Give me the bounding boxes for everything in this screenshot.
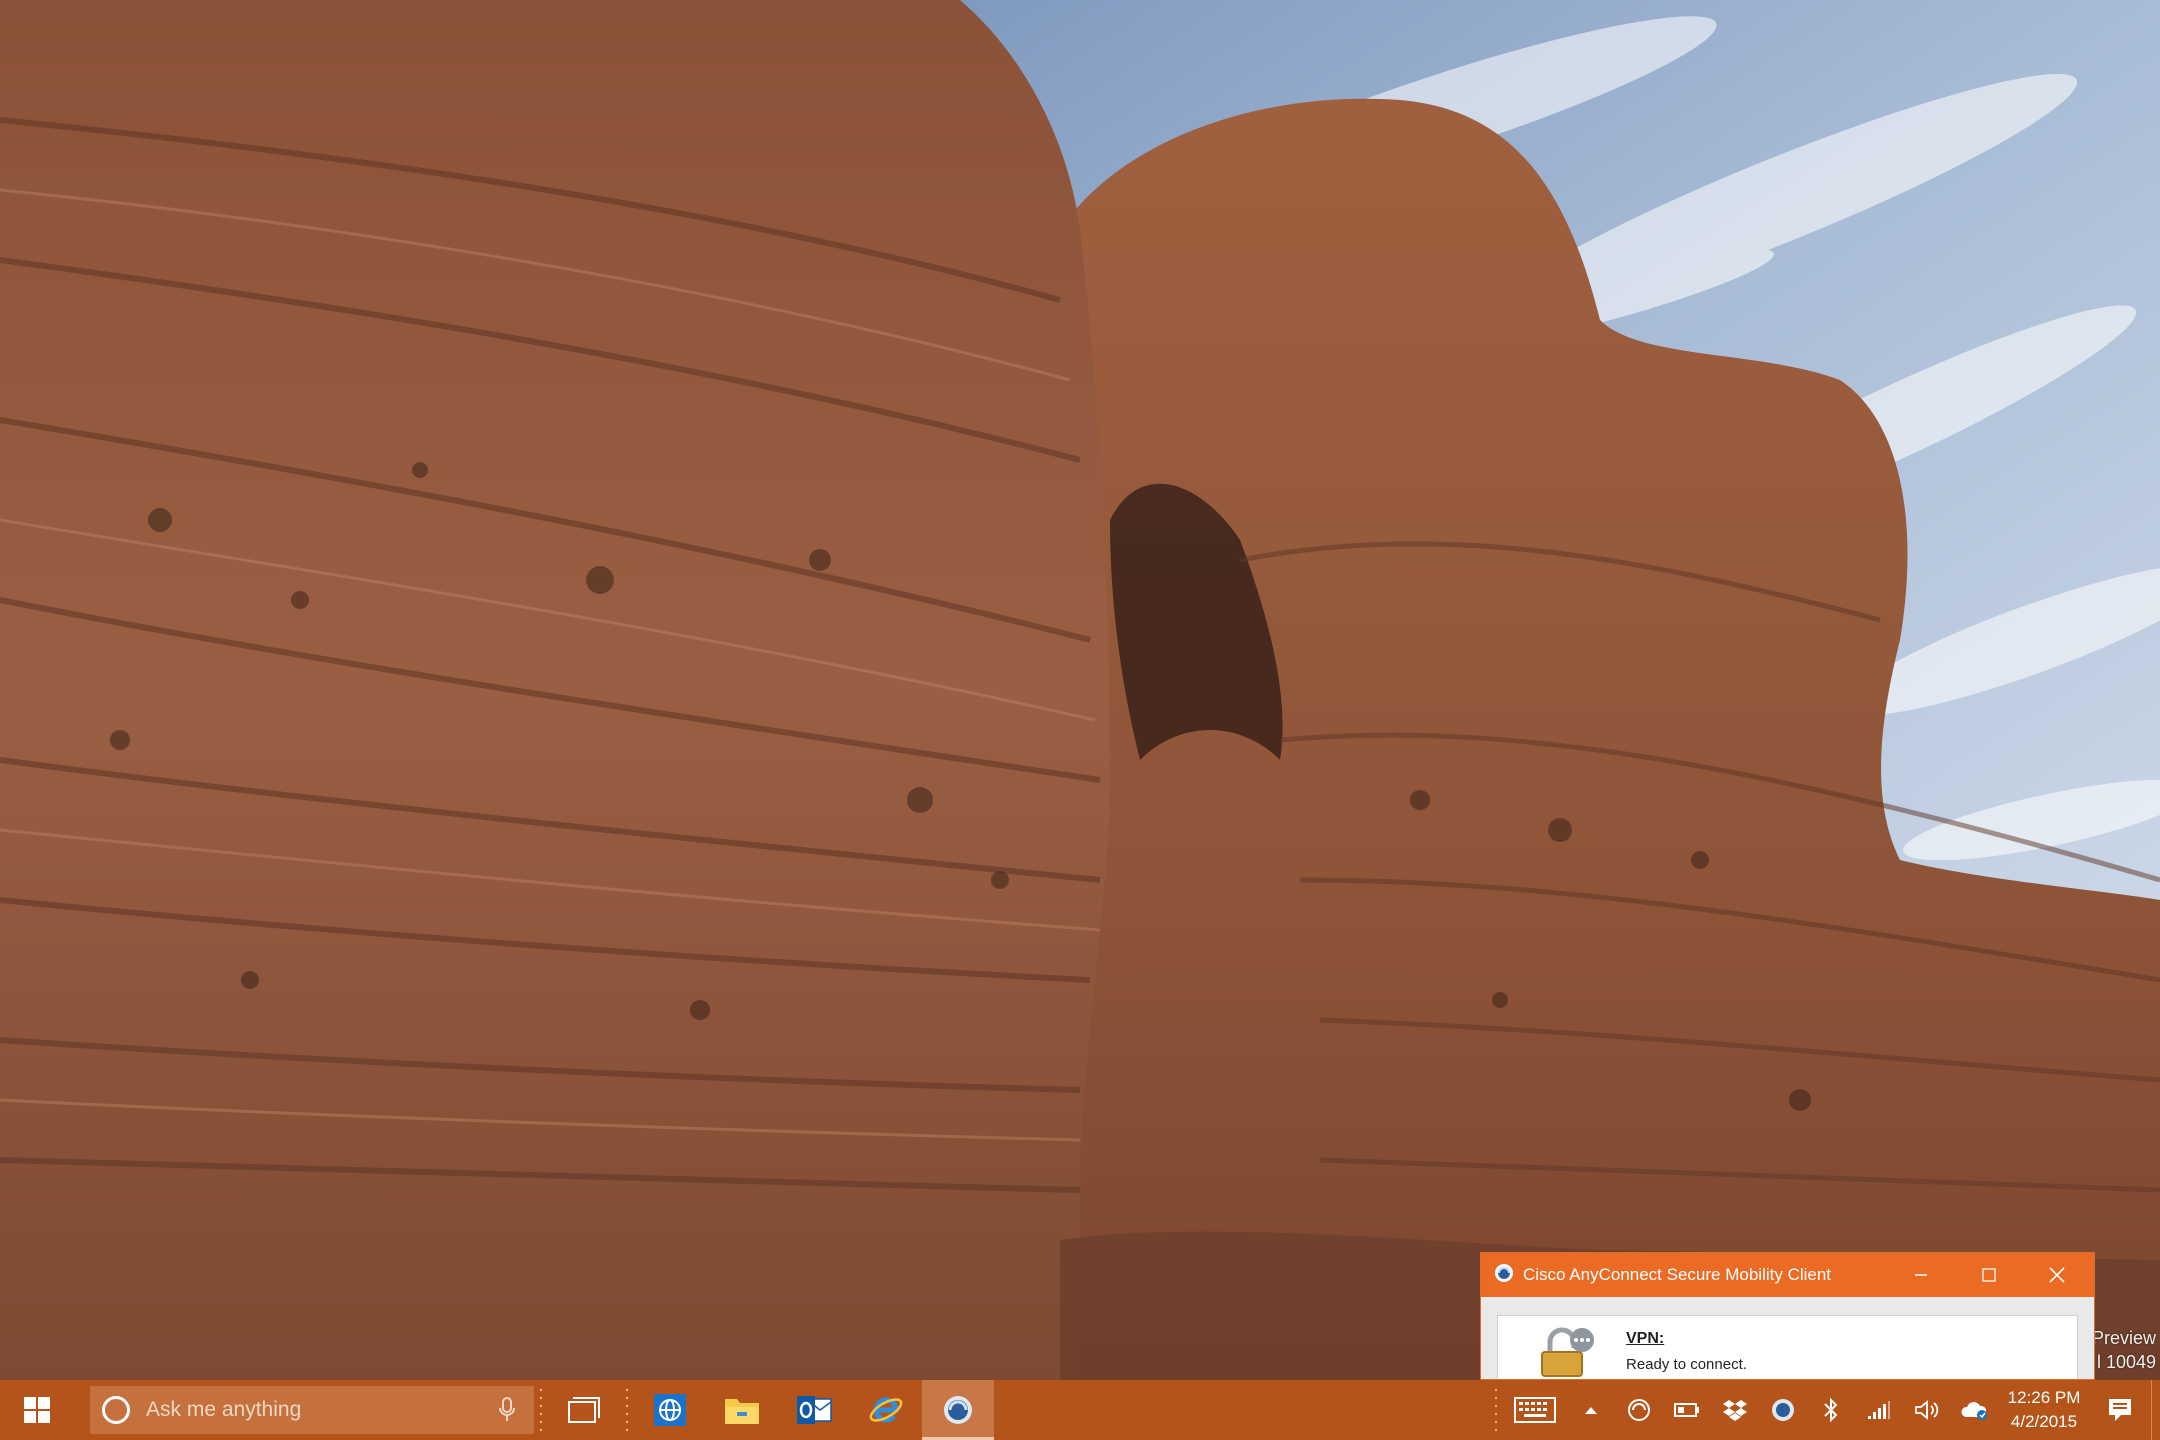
outlook-icon (797, 1396, 832, 1424)
tray-onedrive[interactable] (1951, 1380, 1999, 1440)
touch-keyboard-button[interactable] (1503, 1380, 1567, 1440)
minimize-icon (1915, 1274, 1927, 1276)
vpn-lock-icon (1536, 1326, 1600, 1379)
tray-network[interactable] (1855, 1380, 1903, 1440)
desktop-watermark: Preview l 10049 (2092, 1326, 2156, 1374)
minimize-button[interactable] (1888, 1253, 1954, 1297)
vpn-status-text: Ready to connect. (1626, 1356, 1747, 1373)
maximize-button[interactable] (1956, 1253, 2022, 1297)
close-button[interactable] (2024, 1253, 2090, 1297)
clock-time: 12:26 PM (2007, 1388, 2081, 1407)
tray-anyconnect-status[interactable] (1759, 1380, 1807, 1440)
anyconnect-icon (1493, 1262, 1515, 1289)
ie-icon (869, 1397, 903, 1423)
maximize-icon (1982, 1268, 1996, 1282)
taskbar-app-globe[interactable] (634, 1380, 706, 1440)
touch-keyboard-icon (1514, 1397, 1556, 1423)
dropbox-icon (1723, 1400, 1747, 1421)
anyconnect-title: Cisco AnyConnect Secure Mobility Client (1523, 1265, 1832, 1284)
close-icon (2049, 1267, 2065, 1283)
anyconnect-tray-icon (1628, 1399, 1650, 1421)
tray-dropbox[interactable] (1711, 1380, 1759, 1440)
clock-date: 4/2/2015 (2010, 1412, 2078, 1431)
taskbar-app-file-explorer[interactable] (706, 1380, 778, 1440)
onedrive-icon (1961, 1402, 1987, 1420)
taskbar-clock[interactable]: 12:26 PM 4/2/2015 (1999, 1386, 2089, 1434)
show-desktop-button[interactable] (2151, 1380, 2160, 1440)
cortana-search-box[interactable] (90, 1386, 534, 1434)
cortana-icon (102, 1396, 130, 1424)
search-input[interactable] (144, 1397, 478, 1423)
task-view-button[interactable] (548, 1380, 620, 1440)
vpn-label: VPN: (1626, 1330, 1665, 1347)
volume-icon (1915, 1400, 1939, 1420)
battery-icon (1674, 1403, 1699, 1417)
tray-bluetooth[interactable] (1807, 1380, 1855, 1440)
windows-logo-icon (24, 1397, 50, 1423)
taskbar-app-internet-explorer[interactable] (850, 1380, 922, 1440)
action-center-icon (2109, 1399, 2131, 1421)
anyconnect-window: Cisco AnyConnect Secure Mobility Client … (1480, 1252, 2095, 1380)
microphone-icon[interactable] (498, 1396, 516, 1429)
taskbar-separator (1493, 1386, 1499, 1434)
desktop-wallpaper (0, 0, 2160, 1380)
anyconnect-vpn-panel: VPN: Ready to connect. (1497, 1315, 2078, 1379)
show-hidden-icons-button[interactable] (1567, 1380, 1615, 1440)
globe-icon (654, 1394, 686, 1426)
taskbar-separator (624, 1386, 630, 1434)
taskbar-separator (538, 1386, 544, 1434)
watermark-line2: l 10049 (2096, 1352, 2156, 1372)
task-view-icon (568, 1397, 600, 1423)
anyconnect-titlebar[interactable]: Cisco AnyConnect Secure Mobility Client (1481, 1253, 2094, 1297)
anyconnect-icon (944, 1396, 972, 1424)
taskbar: 12:26 PM 4/2/2015 (0, 1380, 2160, 1440)
tray-anyconnect[interactable] (1615, 1380, 1663, 1440)
bluetooth-icon (1824, 1397, 1838, 1423)
taskbar-app-outlook[interactable] (778, 1380, 850, 1440)
anyconnect-status-icon (1772, 1399, 1794, 1421)
chevron-up-icon (1585, 1407, 1597, 1414)
network-icon (1868, 1401, 1890, 1419)
watermark-line1: Preview (2091, 1328, 2156, 1348)
system-tray: 12:26 PM 4/2/2015 (1489, 1380, 2160, 1440)
taskbar-app-anyconnect[interactable] (922, 1380, 994, 1440)
tray-battery[interactable] (1663, 1380, 1711, 1440)
tray-volume[interactable] (1903, 1380, 1951, 1440)
start-button[interactable] (0, 1380, 74, 1440)
action-center-button[interactable] (2089, 1380, 2151, 1440)
folder-icon (725, 1399, 759, 1424)
